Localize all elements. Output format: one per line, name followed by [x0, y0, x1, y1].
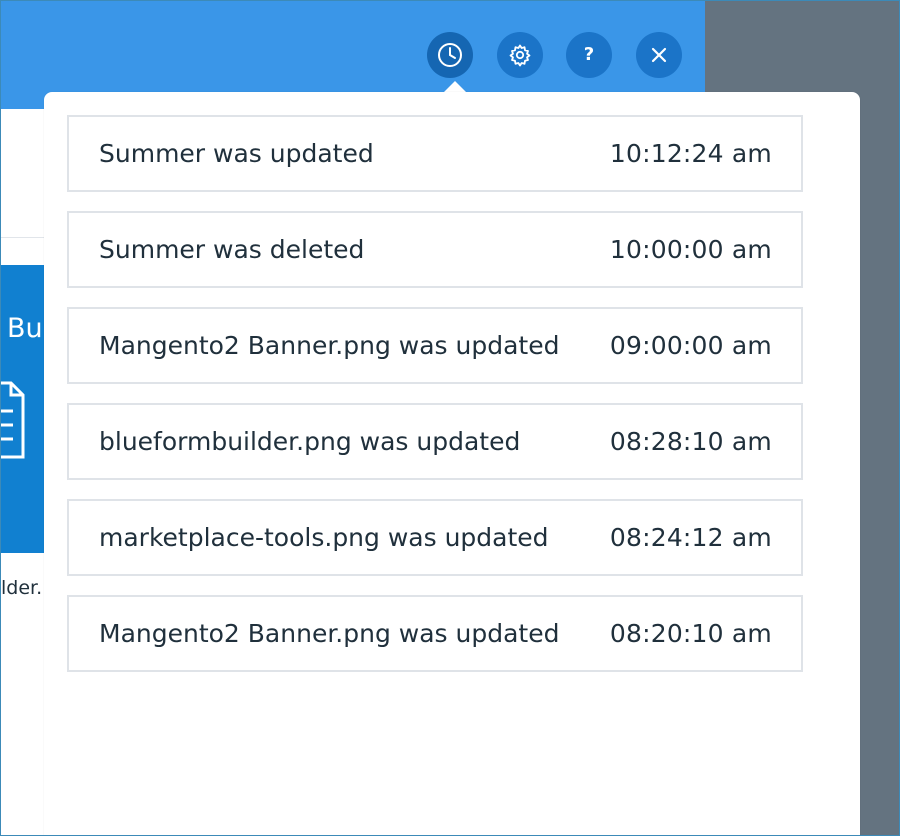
activity-row[interactable]: blueformbuilder.png was updated 08:28:10…	[67, 403, 803, 480]
gear-icon	[509, 44, 531, 67]
activity-list: Summer was updated 10:12:24 am Summer wa…	[67, 115, 803, 691]
document-icon	[1, 381, 25, 459]
background-card: Bu	[1, 265, 45, 553]
activity-time: 09:00:00 am	[609, 331, 772, 360]
close-button[interactable]	[636, 32, 682, 78]
activity-time: 10:12:24 am	[609, 139, 772, 168]
activity-time: 08:20:10 am	[609, 619, 772, 648]
background-caption: lder.	[1, 577, 43, 599]
history-button[interactable]	[427, 32, 473, 78]
activity-row[interactable]: marketplace-tools.png was updated 08:24:…	[67, 499, 803, 576]
activity-message: Mangento2 Banner.png was updated	[99, 331, 560, 360]
close-icon	[651, 47, 667, 63]
help-button[interactable]: ?	[566, 32, 612, 78]
activity-time: 10:00:00 am	[609, 235, 772, 264]
activity-row[interactable]: Summer was deleted 10:00:00 am	[67, 211, 803, 288]
activity-message: Mangento2 Banner.png was updated	[99, 619, 560, 648]
question-icon: ?	[583, 44, 595, 65]
activity-row[interactable]: Summer was updated 10:12:24 am	[67, 115, 803, 192]
activity-message: marketplace-tools.png was updated	[99, 523, 549, 552]
activity-panel: Summer was updated 10:12:24 am Summer wa…	[44, 92, 860, 835]
panel-caret	[444, 81, 466, 92]
activity-message: blueformbuilder.png was updated	[99, 427, 521, 456]
activity-row[interactable]: Mangento2 Banner.png was updated 08:20:1…	[67, 595, 803, 672]
activity-message: Summer was updated	[99, 139, 374, 168]
settings-button[interactable]	[497, 32, 543, 78]
activity-time: 08:24:12 am	[609, 523, 772, 552]
clock-icon	[438, 43, 462, 67]
activity-message: Summer was deleted	[99, 235, 365, 264]
background-card-title: Bu	[7, 313, 43, 344]
app-frame: Bu lder. ? Summer was updated 10:12:24 a…	[0, 0, 900, 836]
activity-row[interactable]: Mangento2 Banner.png was updated 09:00:0…	[67, 307, 803, 384]
activity-time: 08:28:10 am	[609, 427, 772, 456]
background-divider	[1, 237, 45, 238]
